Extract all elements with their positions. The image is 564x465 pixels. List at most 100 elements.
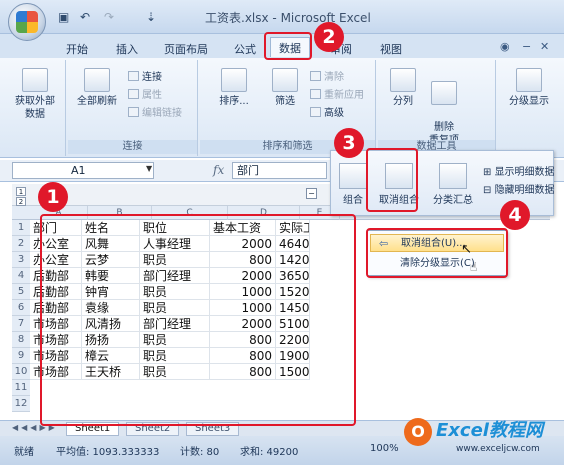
row-header[interactable]: 8 — [12, 332, 30, 348]
help-icon[interactable]: ◉ — [500, 40, 510, 53]
minimize-icon[interactable]: − — [522, 40, 531, 53]
step-badge-2: 2 — [314, 22, 344, 52]
outline-level-2-button[interactable]: 2 — [16, 197, 26, 206]
close-icon[interactable]: ✕ — [540, 40, 549, 53]
hide-detail-button[interactable]: ⊟ 隐藏明细数据 — [483, 181, 555, 196]
subtotal-label: 分类汇总 — [433, 195, 473, 206]
zoom-level[interactable]: 100% — [370, 443, 399, 454]
clear-icon — [310, 71, 321, 81]
edit-links-button[interactable]: 编辑链接 — [128, 104, 182, 119]
properties-button[interactable]: 属性 — [128, 86, 162, 101]
site-watermark: O Excel教程网 www.exceljcw.com — [400, 414, 560, 460]
row-header[interactable]: 3 — [12, 252, 30, 268]
ribbon-body: 获取外部数据 全部刷新 连接 属性 编辑链接 连接 排序... 筛选 清除 重新… — [0, 58, 564, 158]
title-bar: ▣ ↶ ↷ ⇣ 工资表.xlsx - Microsoft Excel — [0, 0, 564, 41]
row-header[interactable]: 2 — [12, 236, 30, 252]
data-range-highlight — [40, 214, 356, 426]
row-header[interactable]: 4 — [12, 268, 30, 284]
office-logo-icon — [16, 11, 38, 33]
save-icon[interactable]: ▣ — [58, 10, 69, 24]
filter-label: 筛选 — [275, 96, 295, 107]
filter-icon — [272, 68, 298, 92]
refresh-all-button[interactable]: 全部刷新 — [74, 68, 120, 108]
edit-links-label: 编辑链接 — [142, 108, 182, 119]
mouse-cursor-icon: ↖ — [461, 242, 472, 257]
row-header[interactable]: 6 — [12, 300, 30, 316]
text-to-columns-button[interactable]: 分列 — [384, 68, 422, 108]
tab-page-layout[interactable]: 页面布局 — [164, 38, 208, 58]
row-header[interactable]: 12 — [12, 396, 30, 412]
status-sum: 求和: 49200 — [240, 447, 299, 458]
group-icon — [339, 163, 367, 189]
properties-label: 属性 — [142, 90, 162, 101]
show-detail-icon: ⊞ — [483, 167, 495, 178]
status-count: 计数: 80 — [180, 447, 220, 458]
row-header[interactable]: 5 — [12, 284, 30, 300]
hide-detail-icon: ⊟ — [483, 185, 495, 196]
status-ready: 就绪 — [14, 447, 34, 458]
tab-view[interactable]: 视图 — [380, 38, 402, 58]
properties-icon — [128, 89, 139, 99]
watermark-title: Excel教程网 — [436, 420, 543, 441]
tab-insert[interactable]: 插入 — [116, 38, 138, 58]
data-tab-highlight — [264, 32, 312, 60]
outline-button[interactable]: 分级显示 — [504, 68, 554, 108]
chevron-down-icon[interactable]: ▼ — [146, 164, 152, 173]
step-badge-3: 3 — [334, 128, 364, 158]
row-header[interactable]: 1 — [12, 220, 30, 236]
outline-collapse-icon[interactable]: − — [306, 188, 317, 199]
show-detail-label: 显示明细数据 — [494, 167, 555, 178]
office-button[interactable] — [8, 3, 46, 41]
group-get-external: 获取外部数据 — [4, 60, 66, 156]
sort-label: 排序... — [219, 96, 249, 107]
get-external-data-button[interactable]: 获取外部数据 — [12, 68, 58, 121]
status-average: 平均值: 1093.333333 — [56, 447, 160, 458]
clear-button[interactable]: 清除 — [310, 68, 344, 83]
row-header[interactable]: 7 — [12, 316, 30, 332]
tab-formulas[interactable]: 公式 — [234, 38, 256, 58]
redo-icon[interactable]: ↷ — [104, 10, 114, 24]
outline-level-1-button[interactable]: 1 — [16, 187, 26, 196]
fx-icon[interactable]: fx — [213, 163, 224, 177]
row-header[interactable]: 11 — [12, 380, 30, 396]
subtotal-button[interactable]: 分类汇总 — [427, 163, 479, 206]
sort-button[interactable]: 排序... — [204, 68, 264, 108]
columns-icon — [390, 68, 416, 92]
text-to-columns-label: 分列 — [393, 96, 413, 107]
connections-label: 连接 — [142, 72, 162, 83]
subtotal-icon — [439, 163, 467, 189]
group-data-tools: 分列 删除 重复项 数据工具 — [378, 60, 496, 156]
show-detail-button[interactable]: ⊞ 显示明细数据 — [483, 163, 555, 178]
filter-button[interactable]: 筛选 — [266, 68, 304, 108]
outline-label: 分级显示 — [509, 96, 549, 107]
refresh-all-label: 全部刷新 — [77, 96, 117, 107]
remove-duplicates-icon — [431, 81, 457, 105]
tab-home[interactable]: 开始 — [66, 38, 88, 58]
reapply-label: 重新应用 — [324, 90, 364, 101]
refresh-icon — [84, 68, 110, 92]
qat-customize-icon[interactable]: ⇣ — [146, 10, 156, 24]
connections-icon — [128, 71, 139, 81]
undo-icon[interactable]: ↶ — [80, 10, 90, 24]
formula-input[interactable]: 部门 — [232, 162, 327, 179]
hand-cursor-icon: ☝ — [470, 260, 478, 274]
name-box[interactable]: A1 — [12, 162, 154, 179]
group-label: 组合 — [343, 195, 363, 206]
reapply-icon — [310, 89, 321, 99]
remove-duplicates-button[interactable]: 删除 重复项 — [424, 68, 464, 147]
database-icon — [22, 68, 48, 92]
menu-item-highlight — [366, 228, 508, 278]
window-title: 工资表.xlsx - Microsoft Excel — [205, 11, 371, 25]
row-header[interactable]: 9 — [12, 348, 30, 364]
advanced-button[interactable]: 高级 — [310, 104, 344, 119]
connections-button[interactable]: 连接 — [128, 68, 162, 83]
hide-detail-label: 隐藏明细数据 — [494, 185, 555, 196]
advanced-icon — [310, 107, 321, 117]
group-outline: 分级显示 — [498, 60, 560, 156]
step-badge-4: 4 — [500, 200, 530, 230]
edit-links-icon — [128, 107, 139, 117]
row-header[interactable]: 10 — [12, 364, 30, 380]
group-connections: 全部刷新 连接 属性 编辑链接 连接 — [68, 60, 198, 156]
reapply-button[interactable]: 重新应用 — [310, 86, 364, 101]
watermark-logo: O — [404, 418, 432, 446]
